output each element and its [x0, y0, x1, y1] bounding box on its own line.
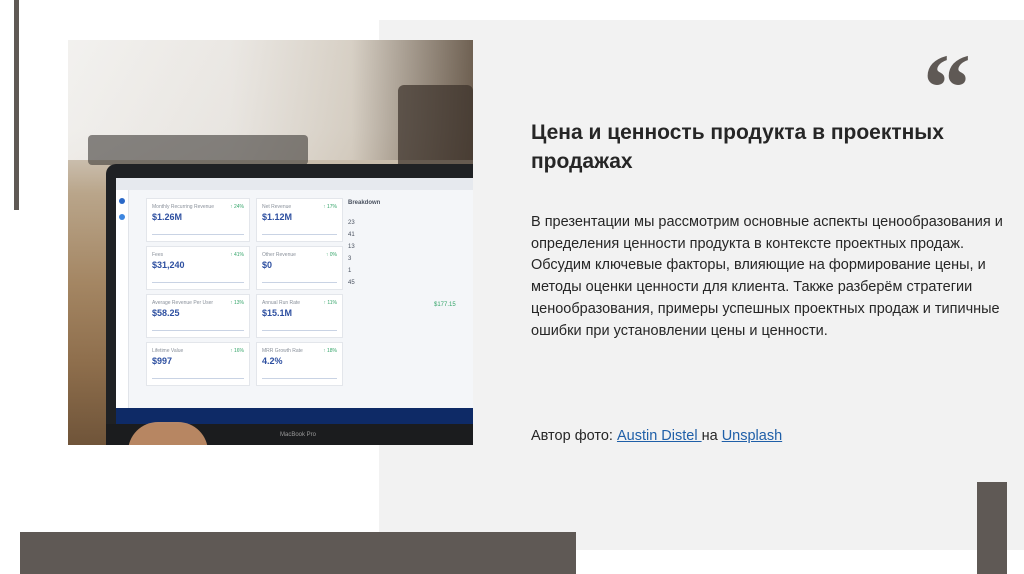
metric-card: Annual Run Rate $15.1M ↑ 11%	[256, 294, 343, 338]
metric-value: $997	[152, 356, 173, 366]
dashboard-sidebar	[116, 190, 129, 424]
metric-card: Fees $31,240 ↑ 41%	[146, 246, 250, 290]
metric-label: Other Revenue	[262, 252, 296, 258]
background-shelf	[88, 135, 308, 165]
metric-label: Monthly Recurring Revenue	[152, 204, 214, 210]
breakdown-value: 41	[348, 232, 355, 238]
breakdown-value: 45	[348, 280, 355, 286]
metric-label: Net Revenue	[262, 204, 292, 210]
breakdown-title: Breakdown	[348, 200, 381, 206]
metric-label: Fees	[152, 252, 164, 258]
unsplash-link[interactable]: Unsplash	[722, 428, 782, 444]
metric-value: 4.2%	[262, 356, 283, 366]
metric-card: Lifetime Value $997 ↑ 16%	[146, 342, 250, 386]
slide-body: В презентации мы рассмотрим основные асп…	[531, 214, 1003, 339]
metric-change: ↑ 24%	[230, 204, 244, 210]
metric-card: Average Revenue Per User $58.25 ↑ 13%	[146, 294, 250, 338]
photo-credit: Автор фото: Austin Distel на Unsplash	[531, 428, 782, 444]
metric-card: Net Revenue $1.12M ↑ 17%	[256, 198, 343, 242]
metric-change: ↑ 13%	[230, 300, 244, 306]
metric-change: ↑ 16%	[230, 348, 244, 354]
metric-label: Average Revenue Per User	[152, 300, 214, 306]
breakdown-total: $177.15	[434, 302, 456, 308]
credit-prefix: Автор фото:	[531, 428, 617, 444]
metric-change: ↑ 17%	[323, 204, 337, 210]
laptop-screen: Monthly Recurring Revenue $1.26M ↑ 24% N…	[116, 178, 473, 424]
metric-change: ↑ 0%	[325, 252, 337, 258]
laptop-dashboard-photo: Monthly Recurring Revenue $1.26M ↑ 24% N…	[68, 40, 473, 445]
author-link[interactable]: Austin Distel	[617, 428, 702, 444]
metric-value: $0	[262, 260, 273, 270]
metric-card: Monthly Recurring Revenue $1.26M ↑ 24%	[146, 198, 250, 242]
browser-bar	[116, 178, 473, 190]
nav-dot-icon	[119, 214, 125, 220]
bottom-accent-bar	[20, 532, 576, 574]
sparkline	[262, 320, 337, 331]
sparkline	[262, 272, 337, 283]
breakdown-value: 23	[348, 220, 355, 226]
left-accent-bar	[14, 0, 19, 210]
sparkline	[152, 224, 244, 235]
metric-label: Annual Run Rate	[262, 300, 301, 306]
right-accent-bar	[977, 482, 1007, 574]
breakdown-value: 1	[348, 268, 352, 274]
sparkline	[262, 368, 337, 379]
sparkline	[262, 224, 337, 235]
sparkline	[152, 272, 244, 283]
metric-change: ↑ 11%	[323, 300, 337, 306]
slide-title: Цена и ценность продукта в проектных про…	[531, 121, 944, 173]
metric-value: $58.25	[152, 308, 180, 318]
sparkline	[152, 368, 244, 379]
metric-value: $1.12M	[262, 212, 293, 222]
metric-value: $31,240	[152, 260, 185, 270]
metric-value: $15.1M	[262, 308, 293, 318]
metric-card: MRR Growth Rate 4.2% ↑ 18%	[256, 342, 343, 386]
metric-change: ↑ 18%	[323, 348, 337, 354]
laptop-brand: MacBook Pro	[280, 432, 317, 438]
breakdown-value: 3	[348, 256, 352, 262]
nav-dot-icon	[119, 198, 125, 204]
metric-change: ↑ 41%	[230, 252, 244, 258]
sparkline	[152, 320, 244, 331]
breakdown-value: 13	[348, 244, 355, 250]
metric-value: $1.26M	[152, 212, 183, 222]
credit-middle: на	[701, 428, 722, 444]
metric-label: Lifetime Value	[152, 348, 184, 354]
metric-card: Other Revenue $0 ↑ 0%	[256, 246, 343, 290]
metric-label: MRR Growth Rate	[262, 348, 303, 354]
